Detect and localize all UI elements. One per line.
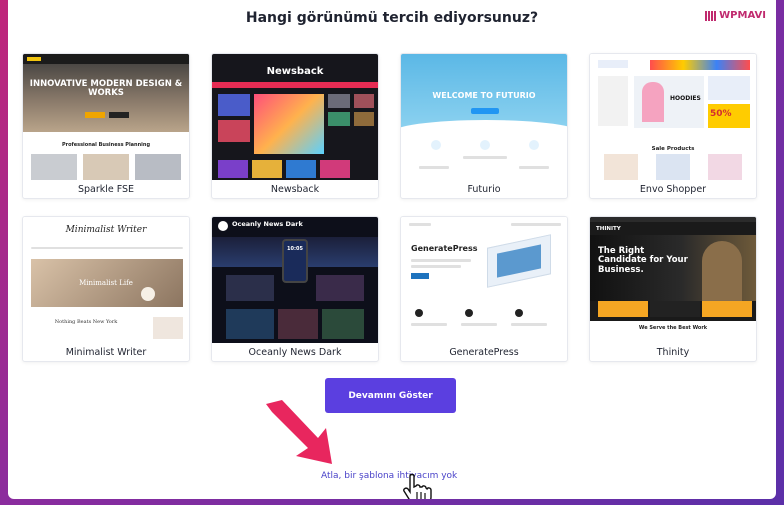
template-promo-text: 50% bbox=[710, 109, 732, 119]
template-clock-text: 10:05 bbox=[287, 246, 303, 252]
template-thumbnail: INNOVATIVE MODERN DESIGN & WORKS Profess… bbox=[23, 54, 189, 180]
template-hero-text: GeneratePress bbox=[411, 244, 478, 253]
template-thumbnail: GeneratePress bbox=[401, 217, 567, 343]
template-card-oceanly-news-dark[interactable]: Oceanly News Dark 10:05 Oceanly News Dar… bbox=[211, 216, 379, 362]
wpmavi-logo: WPMAVI bbox=[705, 10, 766, 21]
template-thumbnail: Newsback bbox=[212, 54, 378, 180]
template-hero-text: Minimalist Writer bbox=[65, 225, 147, 235]
template-card-envo-shopper[interactable]: HOODIES 50% Sale Products Envo Shopper bbox=[589, 53, 757, 199]
template-card-futurio[interactable]: WELCOME TO FUTURIO Futurio bbox=[400, 53, 568, 199]
logo-text: WPMAVI bbox=[719, 10, 766, 21]
template-name: Thinity bbox=[656, 347, 690, 358]
template-hero-text: The Right Candidate for Your Business. bbox=[598, 246, 688, 275]
template-name: Oceanly News Dark bbox=[248, 347, 342, 358]
page-title: Hangi görünümü tercih ediyorsunuz? bbox=[245, 10, 539, 26]
template-hero-text: INNOVATIVE MODERN DESIGN & WORKS bbox=[29, 79, 183, 99]
template-name: GeneratePress bbox=[449, 347, 519, 358]
show-more-button[interactable]: Devamını Göster bbox=[325, 378, 456, 413]
template-brand-text: THINITY bbox=[596, 226, 621, 232]
template-thumbnail: HOODIES 50% Sale Products bbox=[590, 54, 756, 180]
template-name: Envo Shopper bbox=[639, 184, 707, 195]
template-thumbnail: Oceanly News Dark 10:05 bbox=[212, 217, 378, 343]
template-card-generatepress[interactable]: GeneratePress GeneratePress bbox=[400, 216, 568, 362]
template-card-newsback[interactable]: Newsback Newsback bbox=[211, 53, 379, 199]
template-hero-text: Oceanly News Dark bbox=[232, 220, 303, 228]
template-picker-panel: Hangi görünümü tercih ediyorsunuz? WPMAV… bbox=[8, 0, 776, 499]
template-name: Sparkle FSE bbox=[77, 184, 135, 195]
hand-pointer-icon bbox=[403, 473, 432, 499]
template-card-thinity[interactable]: THINITY The Right Candidate for Your Bus… bbox=[589, 216, 757, 362]
template-thumbnail: Minimalist Writer Minimalist Life Nothin… bbox=[23, 217, 189, 343]
logo-bars-icon bbox=[705, 10, 717, 21]
template-name: Minimalist Writer bbox=[65, 347, 147, 358]
template-thumbnail: WELCOME TO FUTURIO bbox=[401, 54, 567, 180]
template-hero-text: WELCOME TO FUTURIO bbox=[432, 91, 536, 100]
template-name: Futurio bbox=[467, 184, 501, 195]
template-name: Newsback bbox=[270, 184, 320, 195]
template-thumbnail: THINITY The Right Candidate for Your Bus… bbox=[590, 217, 756, 343]
skip-template-link[interactable]: Atla, bir şablona ihtiyacım yok bbox=[321, 471, 457, 481]
template-card-sparkle-fse[interactable]: INNOVATIVE MODERN DESIGN & WORKS Profess… bbox=[22, 53, 190, 199]
red-arrow-icon bbox=[266, 400, 332, 464]
template-card-minimalist-writer[interactable]: Minimalist Writer Minimalist Life Nothin… bbox=[22, 216, 190, 362]
template-hero-text: Newsback bbox=[266, 66, 324, 77]
template-hero-text: HOODIES bbox=[670, 95, 701, 102]
